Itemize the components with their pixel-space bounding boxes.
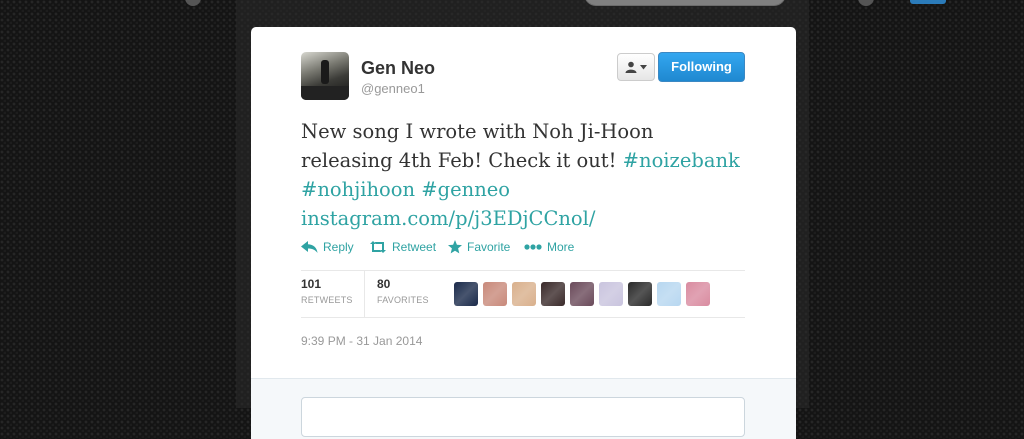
favoriter-avatar[interactable] [686, 282, 710, 306]
star-icon [448, 240, 462, 254]
stats-separator [364, 271, 365, 317]
user-actions-dropdown[interactable] [617, 53, 655, 81]
retweet-label: Retweet [392, 240, 437, 254]
favoriter-avatar[interactable] [454, 282, 478, 306]
favoriter-avatar[interactable] [570, 282, 594, 306]
hashtag-link[interactable]: #genneo [421, 178, 510, 201]
retweet-action[interactable]: Retweet [369, 240, 436, 254]
reply-action[interactable]: Reply [301, 240, 354, 254]
caret-down-icon [640, 64, 647, 69]
retweets-count: 101 [301, 277, 322, 291]
compose-button[interactable] [910, 0, 946, 4]
person-icon [625, 61, 637, 73]
more-label: More [547, 240, 575, 254]
settings-icon[interactable] [858, 0, 874, 6]
hashtag-link[interactable]: #noizebank [623, 149, 740, 172]
favorite-label: Favorite [467, 240, 511, 254]
reply-input[interactable] [301, 397, 745, 437]
tweet-body: New song I wrote with Noh Ji-Hoon releas… [301, 120, 654, 172]
retweet-icon [370, 241, 386, 253]
retweets-label: RETWEETS [301, 295, 353, 305]
tweet-timestamp[interactable]: 9:39 PM - 31 Jan 2014 [301, 334, 422, 348]
hashtag-link[interactable]: #nohjihoon [301, 178, 415, 201]
stats-divider-top [301, 270, 745, 271]
avatar-ground [301, 86, 349, 100]
following-button[interactable]: Following [658, 52, 745, 82]
nav-icon[interactable] [185, 0, 201, 6]
favoriter-avatar[interactable] [512, 282, 536, 306]
favorites-count: 80 [377, 277, 391, 291]
stats-divider-bottom [301, 317, 745, 318]
avatar-figure [321, 60, 329, 84]
favoriter-avatars [454, 282, 710, 306]
reply-label: Reply [323, 240, 354, 254]
avatar[interactable] [301, 52, 349, 100]
more-dots-icon [524, 244, 542, 250]
retweets-stat[interactable]: 101 RETWEETS [301, 277, 353, 305]
favoriter-avatar[interactable] [657, 282, 681, 306]
more-action[interactable]: More [524, 240, 574, 254]
favorite-action[interactable]: Favorite [448, 240, 510, 254]
reply-area [251, 378, 796, 439]
favorites-label: FAVORITES [377, 295, 429, 305]
reply-icon [301, 241, 318, 253]
favorites-stat[interactable]: 80 FAVORITES [377, 277, 429, 305]
favoriter-avatar[interactable] [541, 282, 565, 306]
favoriter-avatar[interactable] [483, 282, 507, 306]
favoriter-avatar[interactable] [599, 282, 623, 306]
tweet-text: New song I wrote with Noh Ji-Hoon releas… [301, 117, 751, 233]
favoriter-avatar[interactable] [628, 282, 652, 306]
user-handle[interactable]: @genneo1 [361, 81, 425, 96]
url-link[interactable]: instagram.com/p/j3EDjCCnol/ [301, 207, 595, 230]
user-name[interactable]: Gen Neo [361, 58, 435, 79]
tweet-card: Gen Neo @genneo1 Following New song I wr… [251, 27, 796, 439]
